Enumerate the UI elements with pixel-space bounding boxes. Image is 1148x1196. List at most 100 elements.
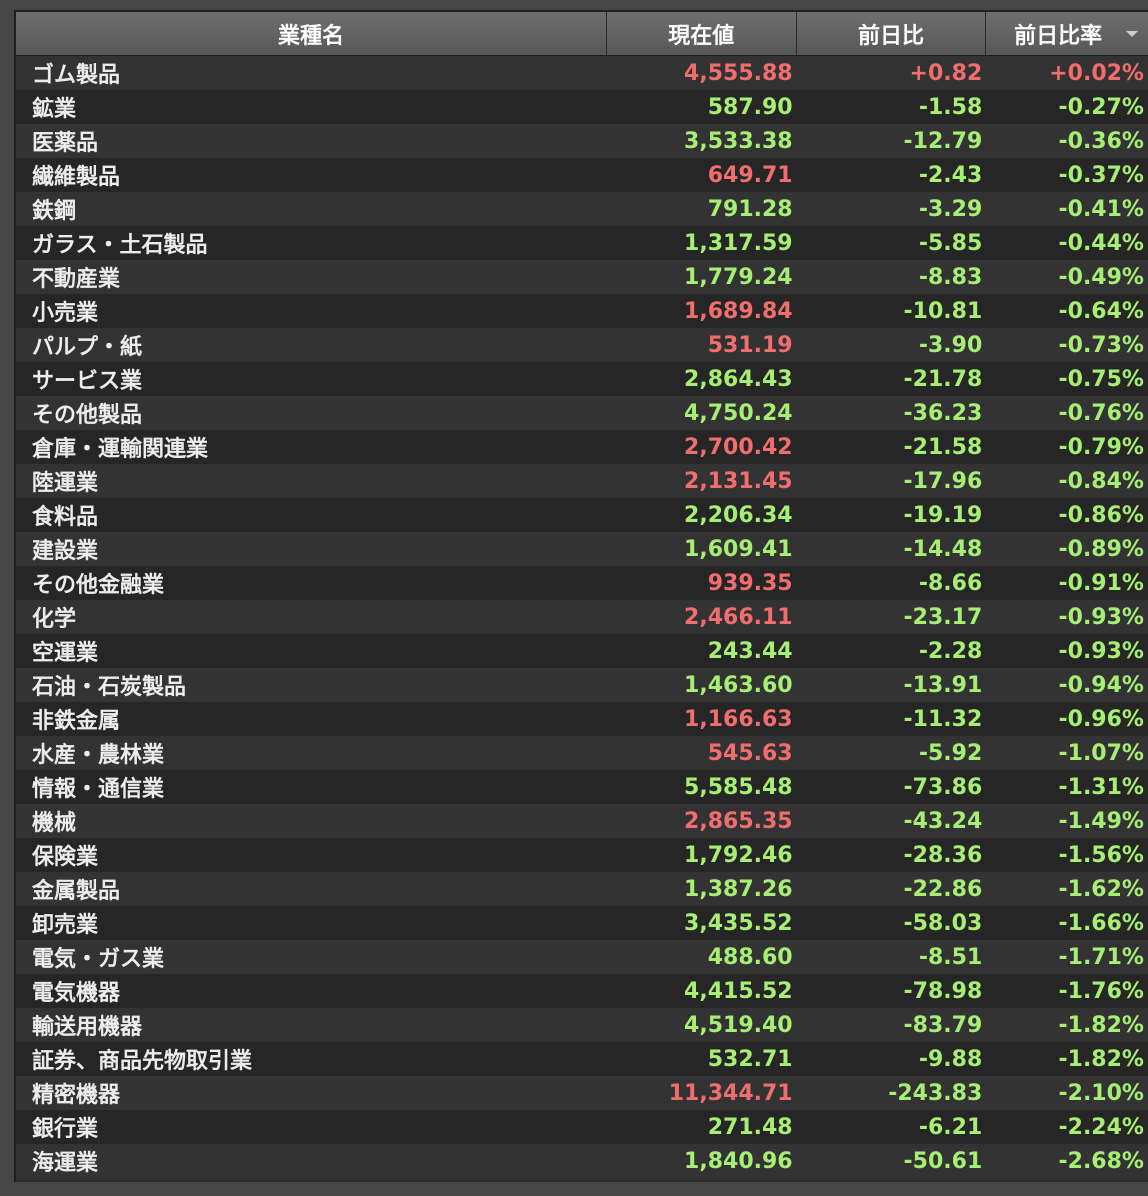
table-row[interactable]: 石油・石炭製品 1,463.60 -13.91 -0.94%: [16, 668, 1148, 702]
change-pct-cell: -1.71%: [1058, 944, 1144, 970]
table-row[interactable]: パルプ・紙 531.19 -3.90 -0.73%: [16, 328, 1148, 362]
change-pct-cell: -1.07%: [1058, 740, 1144, 766]
change-cell: -58.03: [903, 910, 983, 936]
change-pct-cell: -0.89%: [1058, 536, 1144, 562]
price-cell: 1,689.84: [684, 298, 793, 324]
table-row[interactable]: 空運業 243.44 -2.28 -0.93%: [16, 634, 1148, 668]
table-row[interactable]: 保険業 1,792.46 -28.36 -1.56%: [16, 838, 1148, 872]
change-pct-cell: -0.36%: [1058, 128, 1144, 154]
change-pct-cell: -1.56%: [1058, 842, 1144, 868]
price-cell: 11,344.71: [668, 1080, 793, 1106]
table-row[interactable]: 輸送用機器 4,519.40 -83.79 -1.82%: [16, 1008, 1148, 1042]
price-cell: 531.19: [707, 332, 793, 358]
price-cell: 4,415.52: [684, 978, 793, 1004]
change-pct-cell: -1.49%: [1058, 808, 1144, 834]
table-row[interactable]: 海運業 1,840.96 -50.61 -2.68%: [16, 1144, 1148, 1178]
price-cell: 4,750.24: [684, 400, 793, 426]
change-pct-cell: -0.93%: [1058, 604, 1144, 630]
table-row[interactable]: 銀行業 271.48 -6.21 -2.24%: [16, 1110, 1148, 1144]
table-row[interactable]: サービス業 2,864.43 -21.78 -0.75%: [16, 362, 1148, 396]
change-pct-cell: +0.02%: [1049, 60, 1144, 86]
price-cell: 791.28: [707, 196, 793, 222]
change-pct-cell: -1.82%: [1058, 1046, 1144, 1072]
change-pct-cell: -0.75%: [1058, 366, 1144, 392]
table-row[interactable]: 機械 2,865.35 -43.24 -1.49%: [16, 804, 1148, 838]
table-row[interactable]: 金属製品 1,387.26 -22.86 -1.62%: [16, 872, 1148, 906]
price-cell: 4,519.40: [684, 1012, 793, 1038]
table-row[interactable]: 鉄鋼 791.28 -3.29 -0.41%: [16, 192, 1148, 226]
change-cell: -2.43: [918, 162, 983, 188]
sector-name-cell: 電気機器: [32, 981, 121, 1006]
table-row[interactable]: 非鉄金属 1,166.63 -11.32 -0.96%: [16, 702, 1148, 736]
table-row[interactable]: 情報・通信業 5,585.48 -73.86 -1.31%: [16, 770, 1148, 804]
table-row[interactable]: 鉱業 587.90 -1.58 -0.27%: [16, 90, 1148, 124]
table-row[interactable]: 陸運業 2,131.45 -17.96 -0.84%: [16, 464, 1148, 498]
change-pct-cell: -0.93%: [1058, 638, 1144, 664]
table-row[interactable]: 繊維製品 649.71 -2.43 -0.37%: [16, 158, 1148, 192]
change-pct-cell: -1.31%: [1058, 774, 1144, 800]
change-pct-cell: -0.84%: [1058, 468, 1144, 494]
change-cell: -12.79: [903, 128, 983, 154]
change-cell: -3.29: [918, 196, 983, 222]
price-cell: 545.63: [707, 740, 793, 766]
sector-name-cell: 卸売業: [32, 913, 99, 938]
table-row[interactable]: 卸売業 3,435.52 -58.03 -1.66%: [16, 906, 1148, 940]
change-cell: +0.82: [909, 60, 983, 86]
table-row[interactable]: 電気機器 4,415.52 -78.98 -1.76%: [16, 974, 1148, 1008]
column-header-change[interactable]: 前日比: [797, 12, 987, 55]
sector-name-cell: 金属製品: [32, 879, 121, 904]
price-cell: 649.71: [707, 162, 793, 188]
change-pct-cell: -2.68%: [1058, 1148, 1144, 1174]
change-pct-cell: -0.96%: [1058, 706, 1144, 732]
change-cell: -17.96: [903, 468, 983, 494]
table-row[interactable]: その他金融業 939.35 -8.66 -0.91%: [16, 566, 1148, 600]
table-row[interactable]: 化学 2,466.11 -23.17 -0.93%: [16, 600, 1148, 634]
table-row[interactable]: ガラス・土石製品 1,317.59 -5.85 -0.44%: [16, 226, 1148, 260]
change-cell: -5.85: [918, 230, 983, 256]
change-cell: -13.91: [903, 672, 983, 698]
table-row[interactable]: その他製品 4,750.24 -36.23 -0.76%: [16, 396, 1148, 430]
table-header: 業種名 現在値 前日比 前日比率: [16, 12, 1148, 56]
sector-name-cell: 石油・石炭製品: [32, 675, 187, 700]
price-cell: 939.35: [707, 570, 793, 596]
change-cell: -73.86: [903, 774, 983, 800]
chevron-down-icon[interactable]: [1126, 31, 1139, 37]
table-row[interactable]: 電気・ガス業 488.60 -8.51 -1.71%: [16, 940, 1148, 974]
change-cell: -8.83: [918, 264, 983, 290]
sector-name-cell: 食料品: [32, 505, 99, 530]
change-cell: -9.88: [918, 1046, 983, 1072]
table-row[interactable]: 倉庫・運輸関連業 2,700.42 -21.58 -0.79%: [16, 430, 1148, 464]
price-cell: 2,131.45: [684, 468, 793, 494]
sector-name-cell: 繊維製品: [32, 165, 121, 190]
sector-name-cell: 海運業: [32, 1151, 99, 1176]
sector-table: 業種名 現在値 前日比 前日比率 ゴム製品 4,555.88 +0.82 +0.02%…: [14, 10, 1148, 1182]
change-cell: -43.24: [903, 808, 983, 834]
table-row[interactable]: 医薬品 3,533.38 -12.79 -0.36%: [16, 124, 1148, 158]
change-pct-cell: -0.44%: [1058, 230, 1144, 256]
change-cell: -14.48: [903, 536, 983, 562]
column-header-name[interactable]: 業種名: [16, 12, 607, 55]
change-cell: -22.86: [903, 876, 983, 902]
sector-name-cell: 倉庫・運輸関連業: [32, 437, 209, 462]
change-cell: -50.61: [903, 1148, 983, 1174]
price-cell: 1,779.24: [684, 264, 793, 290]
table-row[interactable]: 小売業 1,689.84 -10.81 -0.64%: [16, 294, 1148, 328]
change-cell: -21.78: [903, 366, 983, 392]
table-row[interactable]: 建設業 1,609.41 -14.48 -0.89%: [16, 532, 1148, 566]
price-cell: 271.48: [707, 1114, 793, 1140]
change-cell: -5.92: [918, 740, 983, 766]
column-header-change-pct[interactable]: 前日比率: [986, 12, 1148, 55]
change-pct-cell: -0.41%: [1058, 196, 1144, 222]
table-row[interactable]: ゴム製品 4,555.88 +0.82 +0.02%: [16, 56, 1148, 90]
table-row[interactable]: 水産・農林業 545.63 -5.92 -1.07%: [16, 736, 1148, 770]
table-row[interactable]: 証券、商品先物取引業 532.71 -9.88 -1.82%: [16, 1042, 1148, 1076]
column-header-price[interactable]: 現在値: [607, 12, 797, 55]
change-cell: -11.32: [903, 706, 983, 732]
change-pct-cell: -0.64%: [1058, 298, 1144, 324]
change-pct-cell: -0.37%: [1058, 162, 1144, 188]
table-row[interactable]: 精密機器 11,344.71 -243.83 -2.10%: [16, 1076, 1148, 1110]
table-row[interactable]: 不動産業 1,779.24 -8.83 -0.49%: [16, 260, 1148, 294]
sector-name-cell: 証券、商品先物取引業: [32, 1049, 253, 1074]
table-row[interactable]: 食料品 2,206.34 -19.19 -0.86%: [16, 498, 1148, 532]
change-cell: -36.23: [903, 400, 983, 426]
